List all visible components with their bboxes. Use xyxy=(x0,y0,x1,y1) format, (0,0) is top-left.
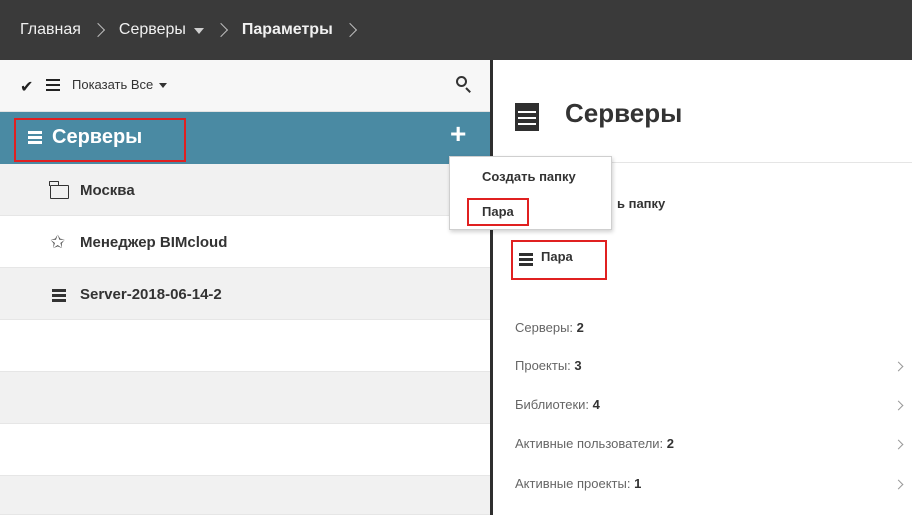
tree-row-servers-selected[interactable]: Серверы + xyxy=(0,112,490,164)
filter-label: Показать Все xyxy=(72,77,154,92)
tree-row-moscow[interactable]: Москва xyxy=(0,164,490,216)
tree-row-server[interactable]: Server-2018-06-14-2 xyxy=(0,268,490,320)
stat-projects[interactable]: Проекты: 3 xyxy=(515,358,582,373)
breadcrumb: Главная Серверы Параметры xyxy=(20,0,371,60)
breadcrumb-separator-icon xyxy=(213,22,228,38)
breadcrumb-home[interactable]: Главная xyxy=(20,21,81,39)
tree-toolbar: ✔ Показать Все xyxy=(0,60,490,112)
folder-icon xyxy=(49,181,69,199)
chevron-right-icon[interactable] xyxy=(893,361,904,372)
tree-row-empty xyxy=(0,424,490,476)
tree-row-empty xyxy=(0,372,490,424)
stat-active-projects[interactable]: Активные проекты: 1 xyxy=(515,476,641,491)
plus-icon[interactable]: + xyxy=(450,120,466,148)
server-icon xyxy=(515,103,539,131)
stat-servers: Серверы: 2 xyxy=(515,320,584,335)
breadcrumb-servers[interactable]: Серверы xyxy=(119,21,186,39)
server-icon xyxy=(519,253,533,267)
menu-item-pair[interactable]: Пара xyxy=(482,204,514,219)
top-bar: Главная Серверы Параметры xyxy=(0,0,912,60)
create-folder-action[interactable]: ь папку xyxy=(617,196,665,211)
stat-libraries[interactable]: Библиотеки: 4 xyxy=(515,397,600,412)
chevron-right-icon[interactable] xyxy=(893,479,904,490)
filter-dropdown[interactable]: Показать Все xyxy=(72,77,168,92)
server-icon xyxy=(52,289,66,303)
stat-active-users[interactable]: Активные пользователи: 2 xyxy=(515,436,674,451)
breadcrumb-separator-icon xyxy=(342,22,357,38)
tree-row-bimcloud-manager[interactable]: ✩ Менеджер BIMcloud xyxy=(0,216,490,268)
menu-icon[interactable] xyxy=(46,79,60,91)
chevron-right-icon[interactable] xyxy=(893,400,904,411)
tree-row-empty xyxy=(0,476,490,515)
tree-row-label: Server-2018-06-14-2 xyxy=(80,286,222,303)
tree-row-label: Серверы xyxy=(52,126,143,148)
tree-row-label: Москва xyxy=(80,182,135,199)
server-icon xyxy=(28,131,42,145)
manager-icon: ✩ xyxy=(50,232,66,252)
breadcrumb-separator-icon xyxy=(90,22,105,38)
breadcrumb-parameters[interactable]: Параметры xyxy=(242,21,333,39)
pair-action[interactable]: Пара xyxy=(541,249,573,264)
tree-row-label: Менеджер BIMcloud xyxy=(80,234,228,251)
search-icon[interactable] xyxy=(456,76,472,93)
page-title: Серверы xyxy=(565,98,683,128)
chevron-down-icon xyxy=(159,83,168,89)
details-panel: Серверы ь папку Пара Серверы: 2 Проекты:… xyxy=(493,60,912,515)
chevron-down-icon[interactable] xyxy=(193,28,204,34)
check-icon[interactable]: ✔ xyxy=(20,77,33,97)
tree-row-empty xyxy=(0,320,490,372)
add-popup-menu: Создать папку Пара xyxy=(449,156,612,230)
chevron-right-icon[interactable] xyxy=(893,439,904,450)
left-panel: ✔ Показать Все Серверы + Москва ✩ Менедж… xyxy=(0,60,490,515)
menu-item-create-folder[interactable]: Создать папку xyxy=(482,169,576,184)
